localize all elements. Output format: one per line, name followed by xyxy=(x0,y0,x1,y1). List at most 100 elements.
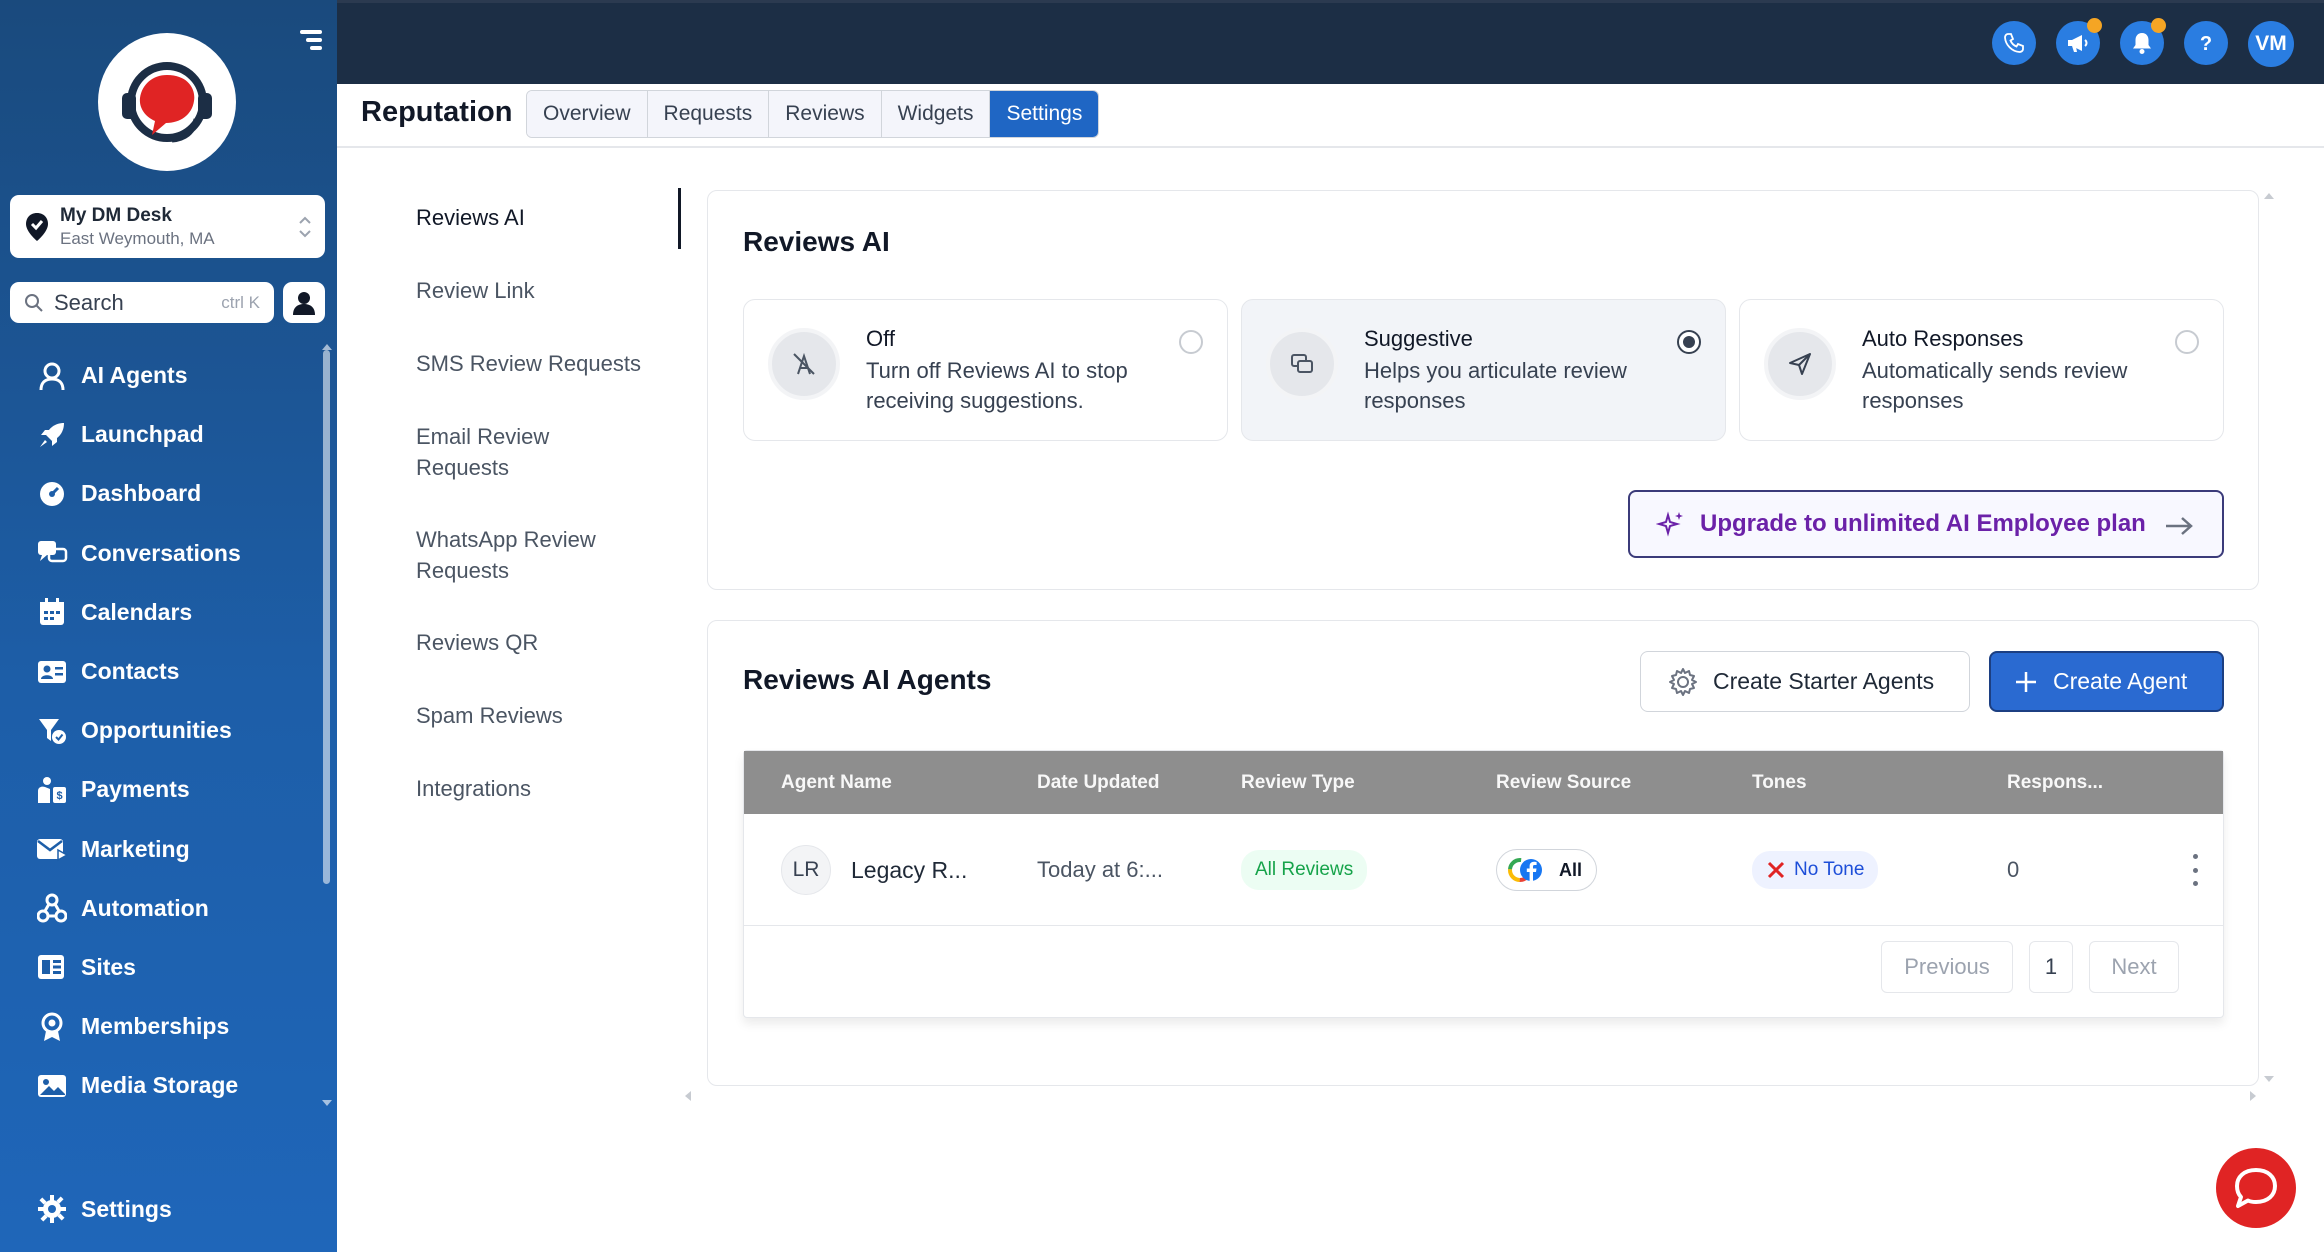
upgrade-plan-button[interactable]: Upgrade to unlimited AI Employee plan xyxy=(1628,490,2224,558)
column-header-responses[interactable]: Respons... xyxy=(2007,751,2103,814)
sidebar-scrollbar[interactable] xyxy=(323,350,330,884)
gauge-icon xyxy=(35,477,69,511)
page-header: Reputation Overview Requests Reviews Wid… xyxy=(337,84,2324,148)
sidebar-item-calendars[interactable]: Calendars xyxy=(0,583,320,642)
content-scroll-left-icon[interactable] xyxy=(685,1091,691,1101)
subnav-reviews-ai[interactable]: Reviews AI xyxy=(416,202,525,233)
subnav-active-indicator xyxy=(678,188,681,249)
row-actions-menu-icon[interactable] xyxy=(2191,854,2199,886)
subnav-reviews-qr[interactable]: Reviews QR xyxy=(416,627,538,658)
workflow-icon xyxy=(35,891,69,925)
agent-name[interactable]: Legacy R... xyxy=(851,857,967,884)
notification-dot xyxy=(2151,18,2166,33)
location-switcher[interactable]: My DM Desk East Weymouth, MA xyxy=(10,195,325,258)
table-header: Agent Name Date Updated Review Type Revi… xyxy=(744,751,2223,814)
option-description: Turn off Reviews AI to stop receiving su… xyxy=(866,358,1128,413)
announcements-button[interactable] xyxy=(2056,18,2102,65)
tab-overview[interactable]: Overview xyxy=(527,91,648,137)
tone-badge: No Tone xyxy=(1752,851,1879,889)
sidebar-item-contacts[interactable]: Contacts xyxy=(0,642,320,701)
subnav-whatsapp-review-requests[interactable]: WhatsApp Review Requests xyxy=(416,524,636,586)
sidebar-item-marketing[interactable]: Marketing xyxy=(0,820,320,879)
page-number-button[interactable]: 1 xyxy=(2029,941,2073,993)
sidebar-item-sites[interactable]: Sites xyxy=(0,938,320,997)
radio-auto-responses[interactable] xyxy=(2175,330,2199,354)
create-starter-agents-button[interactable]: Create Starter Agents xyxy=(1640,651,1970,712)
option-off[interactable]: Off Turn off Reviews AI to stop receivin… xyxy=(743,299,1228,441)
tab-requests[interactable]: Requests xyxy=(647,91,770,137)
content-scroll-up-icon[interactable] xyxy=(2264,193,2274,199)
badge-icon xyxy=(35,1010,69,1044)
sidebar-item-media-storage[interactable]: Media Storage xyxy=(0,1056,320,1115)
content-scroll-down-icon[interactable] xyxy=(2264,1076,2274,1082)
ai-off-icon xyxy=(768,328,840,400)
sidebar-item-opportunities[interactable]: Opportunities xyxy=(0,701,320,760)
radio-suggestive[interactable] xyxy=(1677,330,1701,354)
option-suggestive[interactable]: Suggestive Helps you articulate review r… xyxy=(1241,299,1726,441)
sidebar-item-label: Media Storage xyxy=(81,1072,239,1099)
sidebar-scroll-down-icon[interactable] xyxy=(322,1100,332,1106)
column-header-agent-name[interactable]: Agent Name xyxy=(781,751,892,814)
option-auto-responses[interactable]: Auto Responses Automatically sends revie… xyxy=(1739,299,2224,441)
sidebar-item-payments[interactable]: $ Payments xyxy=(0,760,320,819)
tab-reviews[interactable]: Reviews xyxy=(769,91,882,137)
subnav-spam-reviews[interactable]: Spam Reviews xyxy=(416,700,563,731)
tab-settings[interactable]: Settings xyxy=(990,91,1099,137)
create-starter-agents-label: Create Starter Agents xyxy=(1713,668,1935,694)
reviews-ai-title: Reviews AI xyxy=(743,226,890,257)
sidebar-item-label: Conversations xyxy=(81,539,241,566)
top-bar: ? VM xyxy=(337,0,2324,84)
sidebar-item-settings[interactable]: Settings xyxy=(35,1192,172,1226)
sidebar-item-launchpad[interactable]: Launchpad xyxy=(0,405,320,464)
user-avatar[interactable]: VM xyxy=(2248,21,2294,67)
sidebar-item-label: Marketing xyxy=(81,835,190,862)
create-agent-button[interactable]: Create Agent xyxy=(1989,651,2224,712)
location-city: East Weymouth, MA xyxy=(60,228,215,248)
content-scroll-right-icon[interactable] xyxy=(2250,1091,2256,1101)
column-header-tones[interactable]: Tones xyxy=(1752,751,1807,814)
app-logo[interactable] xyxy=(98,33,236,171)
agents-table: Agent Name Date Updated Review Type Revi… xyxy=(743,750,2224,1018)
subnav-sms-review-requests[interactable]: SMS Review Requests xyxy=(416,348,641,379)
sidebar-item-label: Payments xyxy=(81,776,190,803)
subnav-email-review-requests[interactable]: Email Review Requests xyxy=(416,421,596,483)
notifications-button[interactable] xyxy=(2120,18,2166,65)
sidebar-item-ai-agents[interactable]: AI Agents xyxy=(0,346,320,405)
help-icon: ? xyxy=(2200,33,2212,54)
tab-widgets[interactable]: Widgets xyxy=(881,91,991,137)
date-updated: Today at 6:... xyxy=(1037,857,1163,882)
calendar-icon xyxy=(35,595,69,629)
sidebar-item-memberships[interactable]: Memberships xyxy=(0,997,320,1056)
sidebar-item-automation[interactable]: Automation xyxy=(0,879,320,938)
tone-label: No Tone xyxy=(1794,859,1865,880)
location-name: My DM Desk xyxy=(60,204,172,226)
map-pin-icon xyxy=(26,212,48,241)
previous-page-button[interactable]: Previous xyxy=(1881,941,2013,993)
chat-widget-button[interactable] xyxy=(2216,1148,2296,1228)
review-type-badge: All Reviews xyxy=(1241,850,1368,890)
help-button[interactable]: ? xyxy=(2184,21,2228,65)
subnav-review-link[interactable]: Review Link xyxy=(416,275,535,306)
radio-off[interactable] xyxy=(1179,330,1203,354)
table-row[interactable]: LR Legacy R... Today at 6:... All Review… xyxy=(744,814,2223,926)
sidebar-item-label: Calendars xyxy=(81,598,193,625)
option-description: Helps you articulate review responses xyxy=(1364,358,1627,413)
user-profile-button[interactable] xyxy=(283,282,325,323)
subnav-integrations[interactable]: Integrations xyxy=(416,773,531,804)
svg-text:$: $ xyxy=(56,790,62,802)
sidebar-item-label: AI Agents xyxy=(81,362,188,389)
column-header-date-updated[interactable]: Date Updated xyxy=(1037,751,1159,814)
agents-title: Reviews AI Agents xyxy=(743,664,992,695)
sidebar-settings-label: Settings xyxy=(81,1195,172,1222)
gear-icon xyxy=(1669,667,1697,696)
sidebar-item-conversations[interactable]: Conversations xyxy=(0,524,320,583)
column-header-review-source[interactable]: Review Source xyxy=(1496,751,1631,814)
sidebar-item-dashboard[interactable]: Dashboard xyxy=(0,464,320,523)
phone-button[interactable] xyxy=(1992,21,2036,65)
notification-dot xyxy=(2087,18,2102,33)
next-page-button[interactable]: Next xyxy=(2089,941,2179,993)
tab-bar: Overview Requests Reviews Widgets Settin… xyxy=(526,90,1100,138)
sidebar-search-input[interactable]: Search ctrl K xyxy=(10,282,274,323)
sidebar-collapse-icon[interactable] xyxy=(296,26,326,54)
column-header-review-type[interactable]: Review Type xyxy=(1241,751,1355,814)
